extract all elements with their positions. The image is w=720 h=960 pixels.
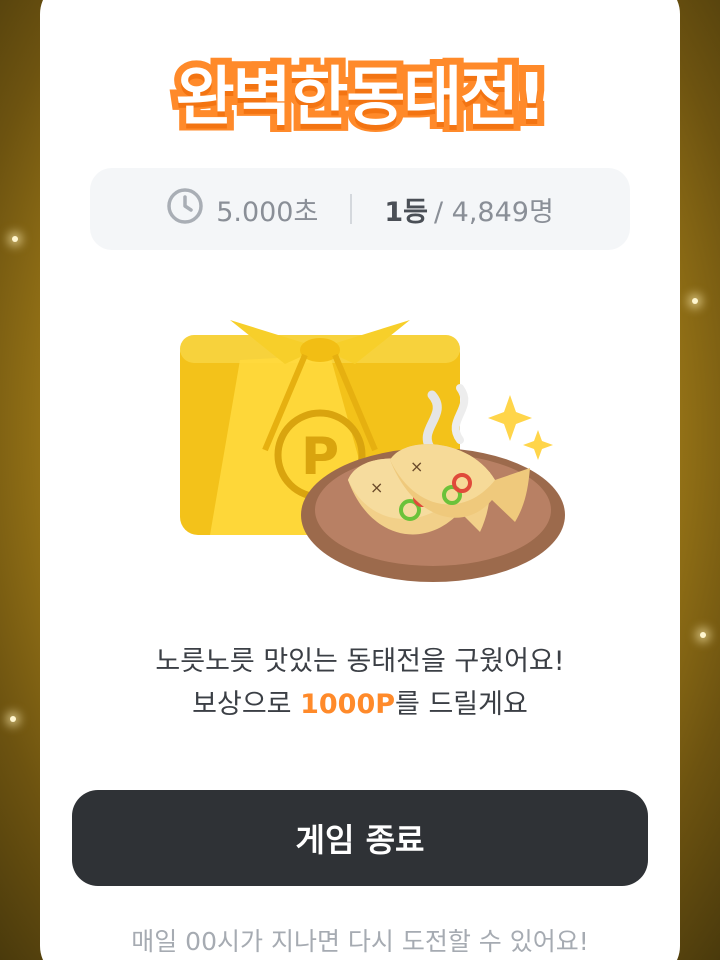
time-value: 5.000초 [216,196,319,228]
participant-count: / 4,849명 [433,196,554,228]
message-suffix: 를 드릴게요 [395,689,528,720]
retry-notice: 매일 00시가 지나면 다시 도전할 수 있어요! [131,927,589,956]
result-message: 노릇노릇 맛있는 동태전을 구웠어요! 보상으로 1000P를 드릴게요 [0,640,720,726]
sparkle-icon [488,395,553,460]
clock-icon [166,187,204,232]
message-line-2: 보상으로 1000P를 드릴게요 [0,683,720,726]
svg-text:×: × [410,457,423,476]
end-game-button[interactable]: 게임 종료 [72,790,648,886]
sparkle-dot [700,632,706,638]
message-prefix: 보상으로 [192,689,301,720]
reward-points: 1000P [300,689,396,720]
rank-stat: 1등/ 4,849명 [384,190,553,229]
rank-value: 1등 [384,196,428,228]
time-stat: 5.000초 [166,187,318,232]
stats-panel: 5.000초 1등/ 4,849명 [90,168,630,250]
reward-illustration: P × × [170,300,570,600]
stats-divider [350,194,353,224]
svg-text:×: × [370,478,383,497]
sparkle-dot [692,298,698,304]
sparkle-dot [12,236,18,242]
message-line-1: 노릇노릇 맛있는 동태전을 구웠어요! [155,646,565,677]
page-title: 완벽한동태전! [169,54,553,142]
